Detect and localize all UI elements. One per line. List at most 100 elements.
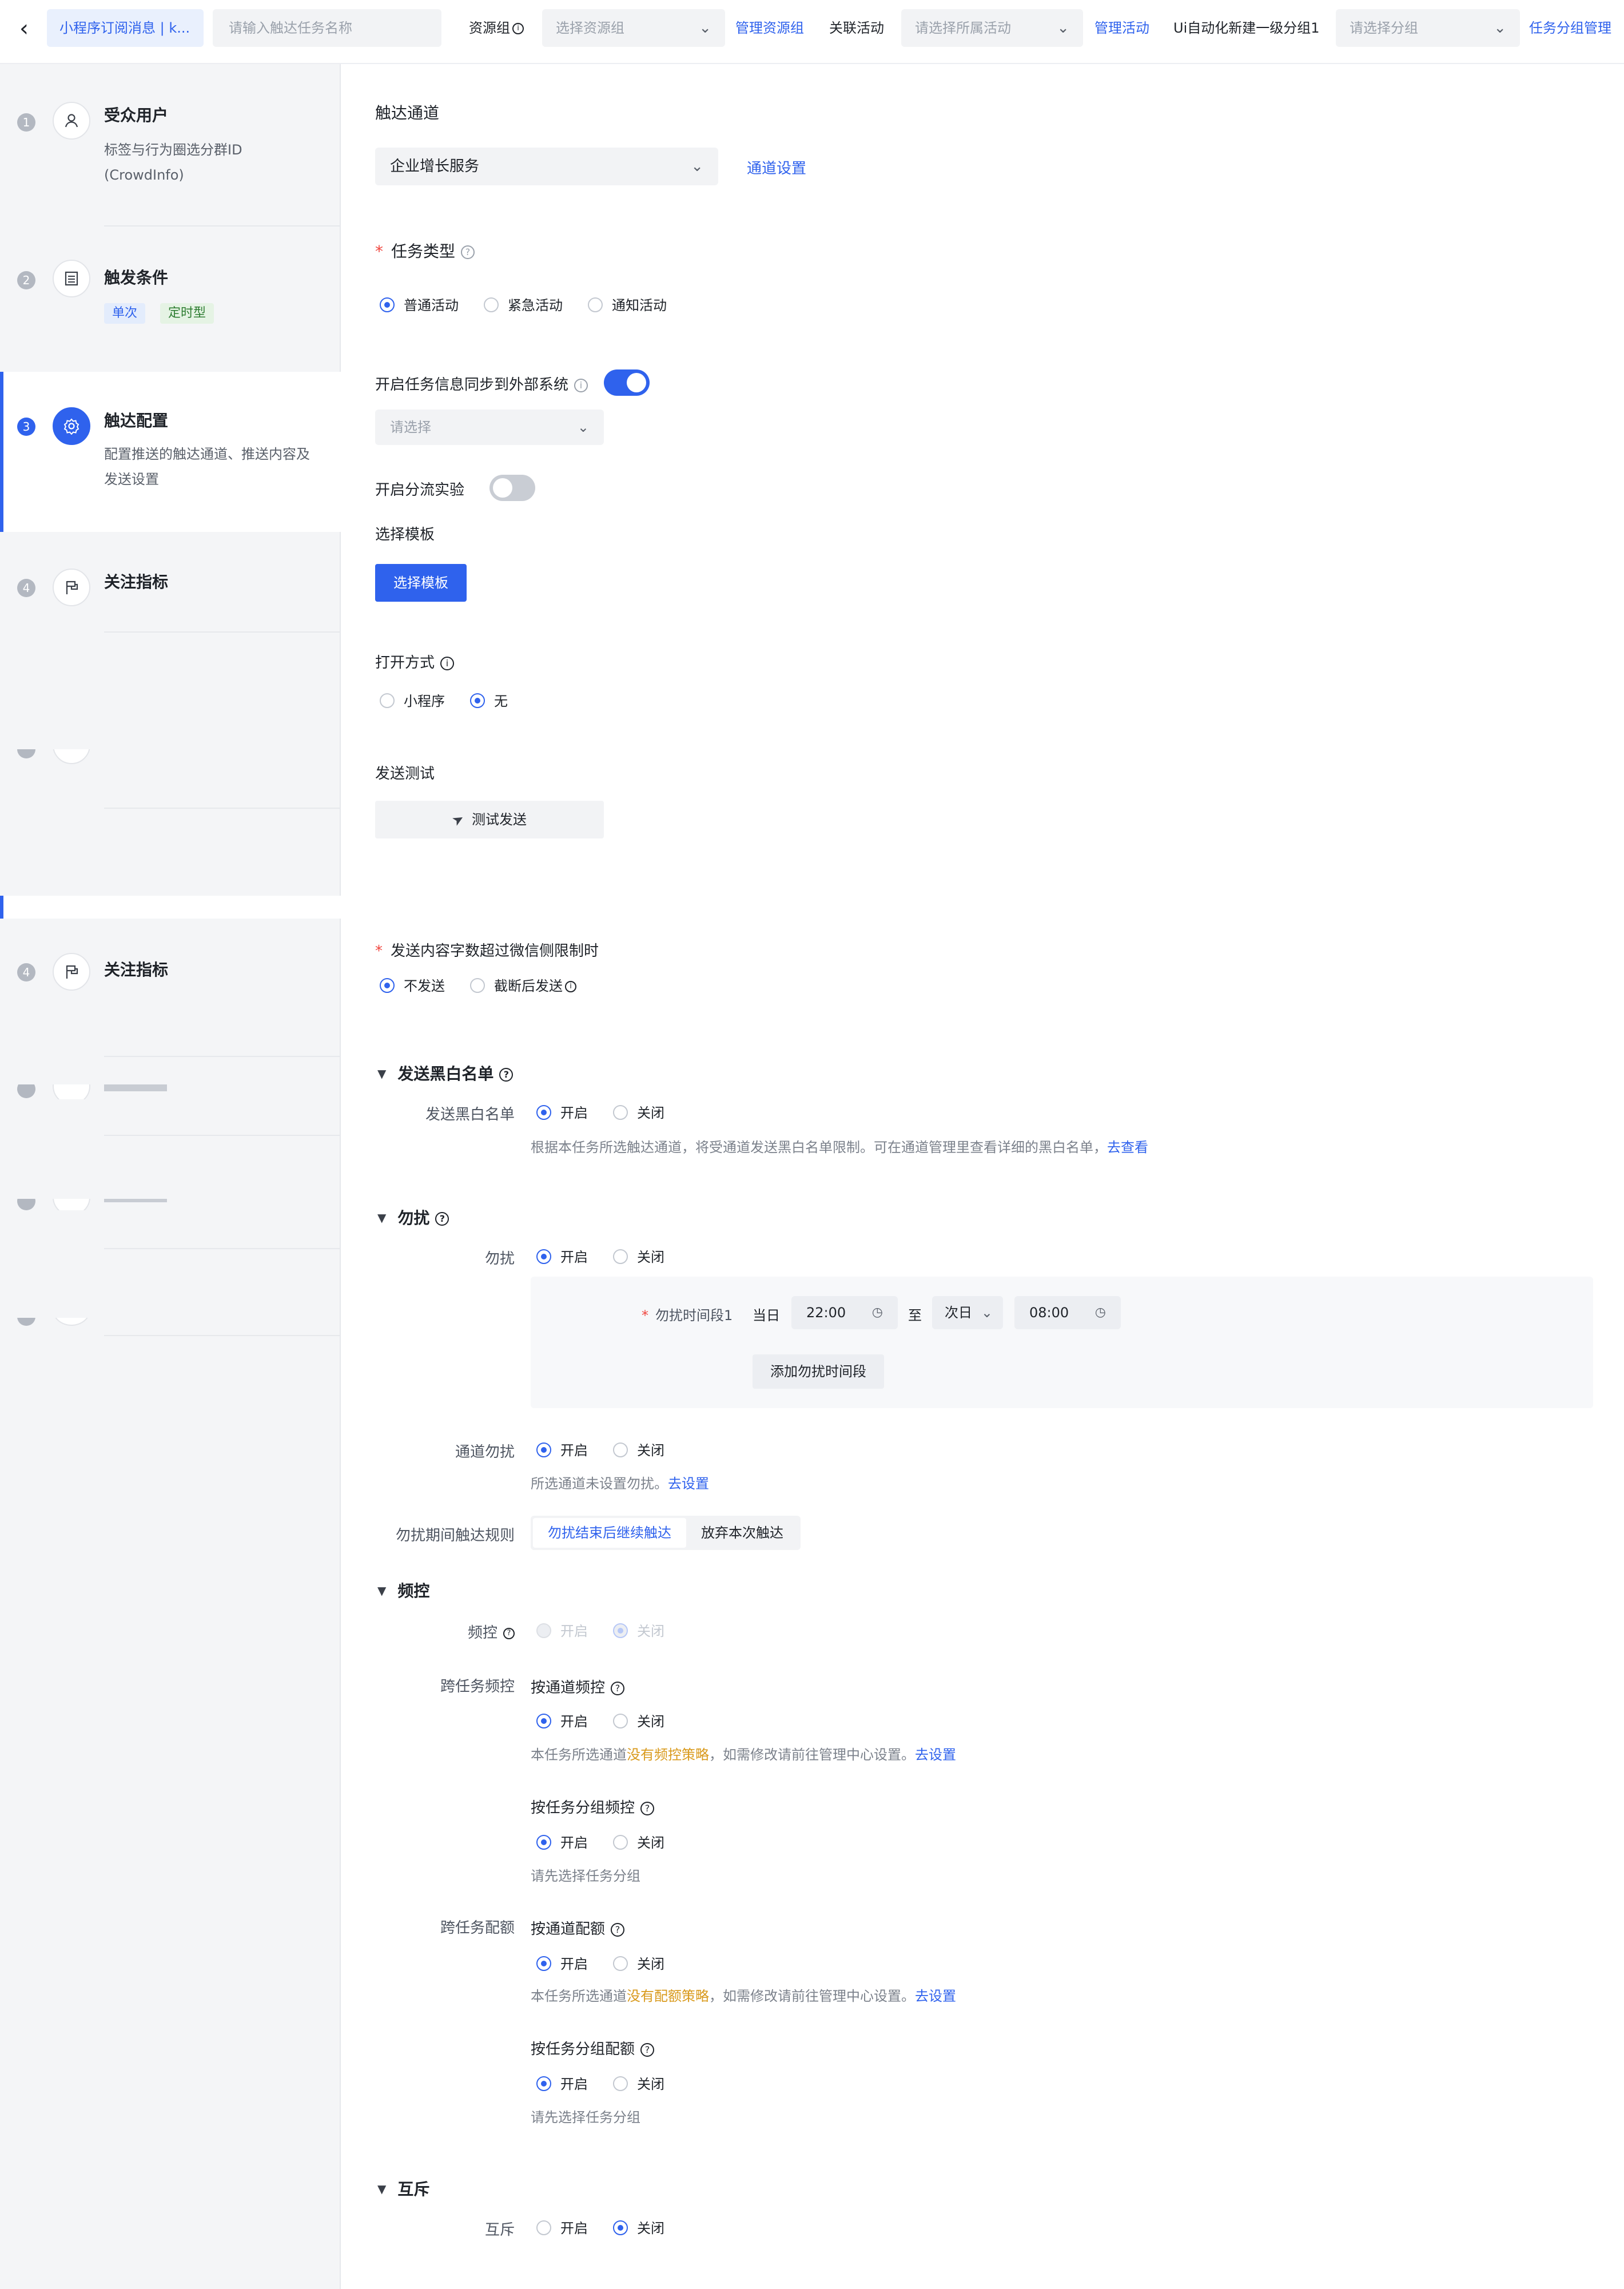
by-channel-freq-radio-on[interactable]: 开启 bbox=[536, 1712, 588, 1731]
channel-settings-link[interactable]: 通道设置 bbox=[747, 157, 806, 178]
help-icon: ? bbox=[503, 1627, 515, 1639]
mutex-section-title[interactable]: ▼ 互斥 bbox=[377, 2177, 429, 2200]
by-channel-freq-radio-off[interactable]: 关闭 bbox=[613, 1712, 664, 1731]
step-metrics-repeat[interactable]: 4 关注指标 bbox=[0, 919, 341, 1057]
group-label: Ui自动化新建一级分组1 bbox=[1173, 20, 1320, 36]
activity-select[interactable]: 请选择所属活动 ⌄ bbox=[901, 9, 1083, 47]
resource-group-select[interactable]: 选择资源组 ⌄ bbox=[542, 9, 725, 47]
by-channel-freq-note: 本任务所选通道没有频控策略，如需修改请前往管理中心设置。去设置 bbox=[531, 1747, 956, 1763]
step-desc: 标签与行为圈选分群ID (CrowdInfo) bbox=[104, 142, 242, 183]
top-bar: ‹ 小程序订阅消息 | k... 请输入触达任务名称 资源组 i 选择资源组 ⌄ 管… bbox=[0, 0, 1624, 64]
mutex-radio-off[interactable]: 关闭 bbox=[613, 2219, 664, 2238]
freq-settings-link[interactable]: 去设置 bbox=[915, 1747, 956, 1763]
chevron-down-icon: ⌄ bbox=[1057, 19, 1069, 37]
task-type-radio-urgent[interactable]: 紧急活动 bbox=[484, 296, 563, 315]
ghost-step bbox=[0, 1084, 341, 1099]
flag-icon bbox=[53, 569, 90, 606]
by-channel-freq-label: 按通道频控? bbox=[531, 1676, 625, 1697]
by-channel-quota-label: 按通道配额? bbox=[531, 1917, 625, 1938]
manage-resource-group-link[interactable]: 管理资源组 bbox=[735, 9, 804, 47]
step-metrics[interactable]: 4 关注指标 bbox=[0, 532, 341, 633]
step-title: 受众用户 bbox=[104, 106, 169, 125]
overflow-radio-no-send[interactable]: 不发送 bbox=[380, 977, 445, 995]
send-icon: ➤ bbox=[449, 809, 467, 830]
divider bbox=[104, 1056, 341, 1057]
dnd-radio-off[interactable]: 关闭 bbox=[613, 1248, 664, 1266]
channel-dnd-radio-on[interactable]: 开启 bbox=[536, 1441, 588, 1460]
caret-down-icon: ▼ bbox=[377, 1067, 387, 1080]
by-group-quota-label: 按任务分组配额? bbox=[531, 2037, 655, 2058]
caret-down-icon: ▼ bbox=[377, 2182, 387, 2196]
step-audience[interactable]: 1 受众用户 标签与行为圈选分群ID (CrowdInfo) bbox=[0, 64, 341, 226]
dnd-section-title[interactable]: ▼ 勿扰? bbox=[377, 1206, 449, 1229]
open-mode-radio-none[interactable]: 无 bbox=[470, 692, 508, 710]
quota-settings-link[interactable]: 去设置 bbox=[915, 1988, 956, 2004]
by-group-freq-radio-on[interactable]: 开启 bbox=[536, 1834, 588, 1852]
freq-radio-on[interactable]: 开启 bbox=[536, 1622, 588, 1640]
chevron-down-icon: ⌄ bbox=[981, 1305, 993, 1321]
overflow-label: * 发送内容字数超过微信侧限制时 bbox=[375, 943, 599, 960]
overflow-radio-truncate[interactable]: 截断后发送 i bbox=[470, 977, 576, 995]
dnd-day-end-select[interactable]: 次日 ⌄ bbox=[932, 1296, 1003, 1329]
ab-test-switch[interactable] bbox=[489, 475, 535, 501]
dnd-time-start-picker[interactable]: 22:00 ◷ bbox=[791, 1296, 898, 1329]
manage-task-group-link[interactable]: 任务分组管理 bbox=[1529, 9, 1611, 47]
by-group-freq-radio-off[interactable]: 关闭 bbox=[613, 1834, 664, 1852]
caret-down-icon: ▼ bbox=[377, 1211, 387, 1225]
add-dnd-period-button[interactable]: 添加勿扰时间段 bbox=[753, 1354, 884, 1389]
step-trigger[interactable]: 2 触发条件 单次 定时型 bbox=[0, 226, 341, 372]
info-icon: i bbox=[565, 981, 576, 992]
divider bbox=[104, 808, 341, 809]
dnd-radio-on[interactable]: 开启 bbox=[536, 1248, 588, 1266]
help-icon: ? bbox=[461, 245, 475, 259]
chevron-left-icon[interactable]: ‹ bbox=[13, 16, 35, 41]
manage-activity-link[interactable]: 管理活动 bbox=[1094, 9, 1149, 47]
step-number: 3 bbox=[17, 418, 35, 436]
cross-quota-label: 跨任务配额 bbox=[440, 1920, 515, 1937]
channel-dnd-settings-link[interactable]: 去设置 bbox=[668, 1476, 709, 1492]
sync-system-select[interactable]: 请选择 ⌄ bbox=[375, 410, 604, 445]
send-test-label: 发送测试 bbox=[375, 765, 435, 782]
blacklist-radio-on[interactable]: 开启 bbox=[536, 1104, 588, 1122]
by-channel-quota-radio-off[interactable]: 关闭 bbox=[613, 1955, 664, 1973]
user-icon bbox=[53, 102, 90, 140]
by-group-quota-note: 请先选择任务分组 bbox=[531, 2109, 640, 2125]
step-number: 4 bbox=[17, 963, 35, 981]
step-number: 1 bbox=[17, 113, 35, 132]
step-desc: 配置推送的触达通道、推送内容及发送设置 bbox=[104, 446, 310, 487]
freq-section-title[interactable]: ▼ 频控 bbox=[377, 1579, 429, 1601]
by-channel-quota-radio-on[interactable]: 开启 bbox=[536, 1955, 588, 1973]
step-reach-config[interactable]: 3 触达配置 配置推送的触达通道、推送内容及发送设置 bbox=[0, 372, 341, 532]
task-name-input[interactable]: 请输入触达任务名称 bbox=[213, 9, 441, 47]
blacklist-radio-off[interactable]: 关闭 bbox=[613, 1104, 664, 1122]
blacklist-section-title[interactable]: ▼ 发送黑白名单? bbox=[377, 1062, 514, 1084]
clock-icon: ◷ bbox=[1094, 1305, 1106, 1320]
by-group-quota-radio-off[interactable]: 关闭 bbox=[613, 2075, 664, 2093]
mutex-radio-on[interactable]: 开启 bbox=[536, 2219, 588, 2238]
select-template-button[interactable]: 选择模板 bbox=[375, 564, 467, 602]
help-icon: ? bbox=[640, 1801, 655, 1815]
ghost-step bbox=[0, 749, 341, 778]
step-title: 触发条件 bbox=[104, 268, 169, 287]
freq-radio-off[interactable]: 关闭 bbox=[613, 1622, 664, 1640]
dnd-period-label: * 勿扰时间段1 bbox=[642, 1308, 733, 1324]
dnd-rule-segmented[interactable]: 勿扰结束后继续触达 放弃本次触达 bbox=[531, 1516, 801, 1550]
task-type-radio-normal[interactable]: 普通活动 bbox=[380, 296, 459, 315]
open-mode-radio-miniprogram[interactable]: 小程序 bbox=[380, 692, 445, 710]
channel-select[interactable]: 企业增长服务 ⌄ bbox=[375, 148, 718, 185]
channel-dnd-label: 通道勿扰 bbox=[455, 1444, 515, 1461]
dnd-rule-abandon[interactable]: 放弃本次触达 bbox=[686, 1518, 798, 1548]
by-group-quota-radio-on[interactable]: 开启 bbox=[536, 2075, 588, 2093]
ghost-band bbox=[0, 896, 341, 919]
info-icon: i bbox=[440, 656, 455, 670]
task-type-label: * 任务类型? bbox=[375, 239, 475, 262]
dnd-rule-continue[interactable]: 勿扰结束后继续触达 bbox=[533, 1518, 686, 1548]
task-type-tag[interactable]: 小程序订阅消息 | k... bbox=[47, 9, 204, 47]
group-select[interactable]: 请选择分组 ⌄ bbox=[1336, 9, 1520, 47]
dnd-time-end-picker[interactable]: 08:00 ◷ bbox=[1014, 1296, 1121, 1329]
channel-dnd-radio-off[interactable]: 关闭 bbox=[613, 1441, 664, 1460]
test-send-button[interactable]: ➤ 测试发送 bbox=[375, 801, 604, 838]
blacklist-view-link[interactable]: 去查看 bbox=[1107, 1139, 1148, 1155]
task-type-radio-notice[interactable]: 通知活动 bbox=[588, 296, 667, 315]
sync-switch[interactable] bbox=[604, 369, 650, 396]
